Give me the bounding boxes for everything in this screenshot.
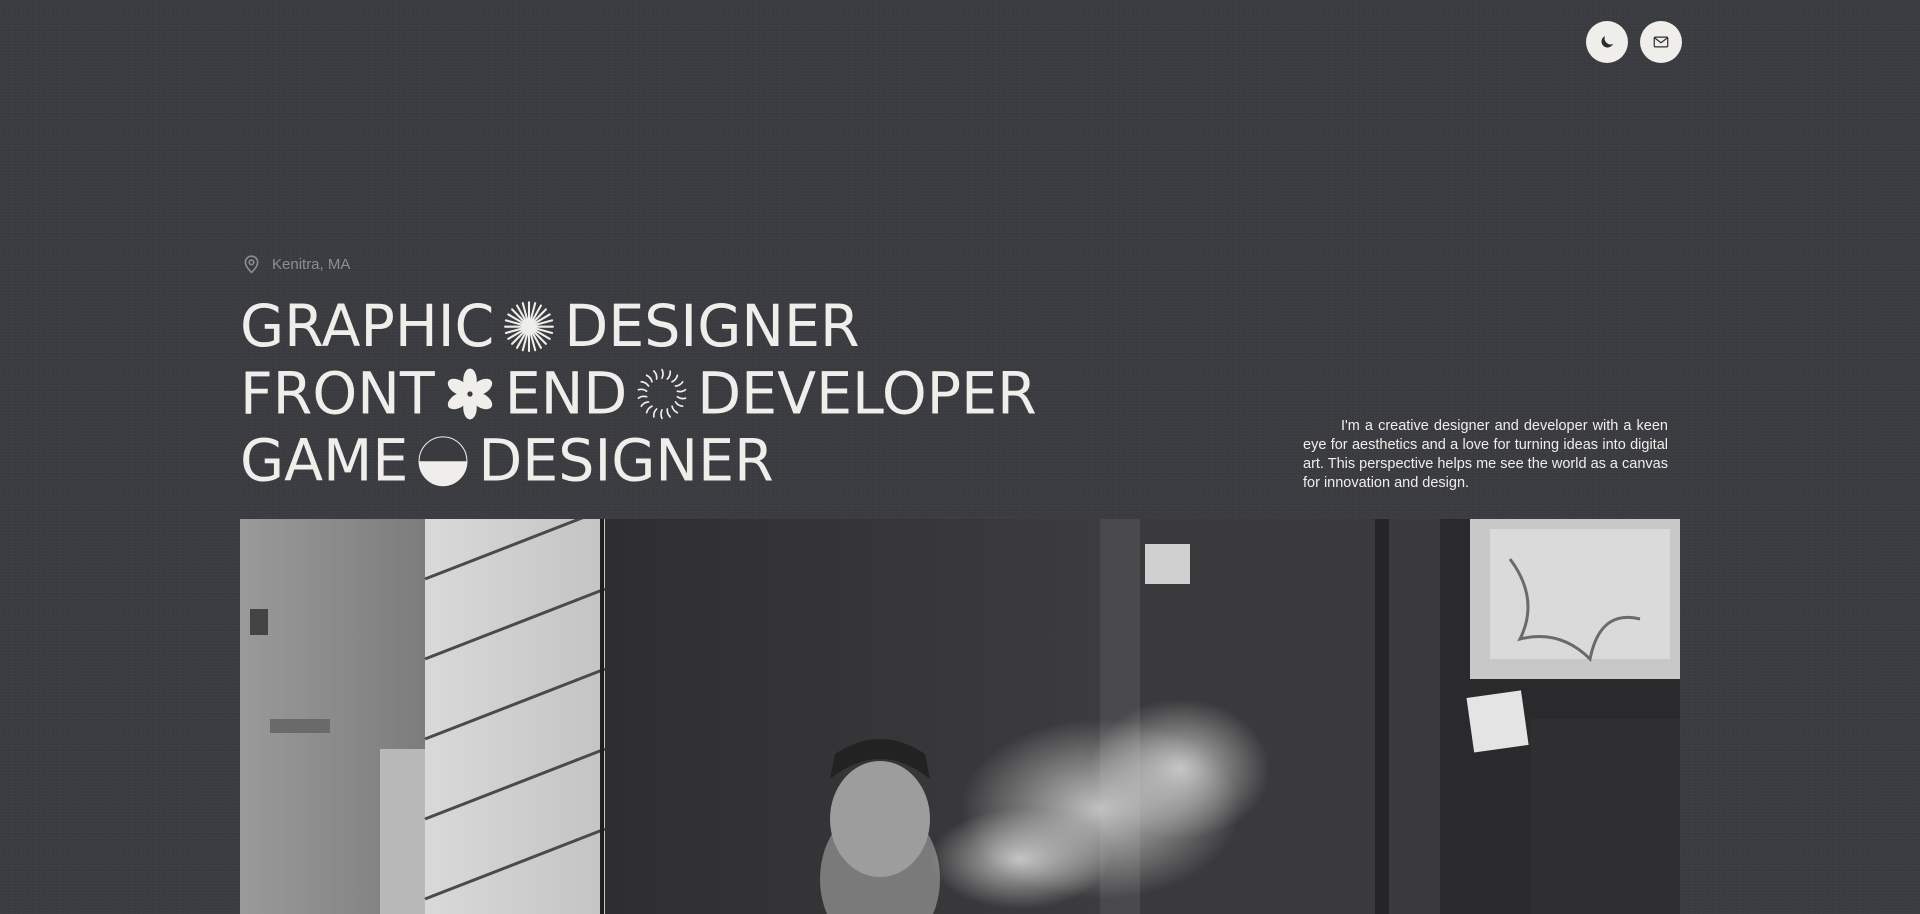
wavy-circle-icon <box>637 368 687 420</box>
location-text: Kenitra, MA <box>272 256 351 273</box>
headline-line-2: FRONT END DEVELOPER <box>240 360 1037 427</box>
top-actions <box>1586 21 1682 63</box>
headline-word: DESIGNER <box>478 427 774 495</box>
contact-mail-button[interactable] <box>1640 21 1682 63</box>
headline-word: DESIGNER <box>564 293 860 361</box>
theme-toggle-button[interactable] <box>1586 21 1628 63</box>
headline-word: GRAPHIC <box>240 293 495 361</box>
headline-word: FRONT <box>240 360 435 428</box>
headline-word: DEVELOPER <box>697 360 1037 428</box>
sunburst-icon <box>504 301 555 353</box>
moon-icon <box>1601 36 1613 48</box>
headline-word: END <box>504 360 628 428</box>
half-circle-icon <box>418 436 468 487</box>
headline: GRAPHIC DESIGNER FRONT END DEVELOPER GAM… <box>240 293 1037 495</box>
headline-word: GAME <box>240 427 409 495</box>
headline-line-3: GAME DESIGNER <box>240 428 1037 495</box>
mail-icon <box>1653 36 1669 48</box>
bio-text: I'm a creative designer and developer wi… <box>1303 418 1668 491</box>
flower-icon <box>447 368 492 420</box>
map-pin-icon <box>244 255 259 274</box>
location: Kenitra, MA <box>241 254 350 275</box>
hero-photo <box>240 519 1680 914</box>
headline-line-1: GRAPHIC DESIGNER <box>240 293 1037 360</box>
